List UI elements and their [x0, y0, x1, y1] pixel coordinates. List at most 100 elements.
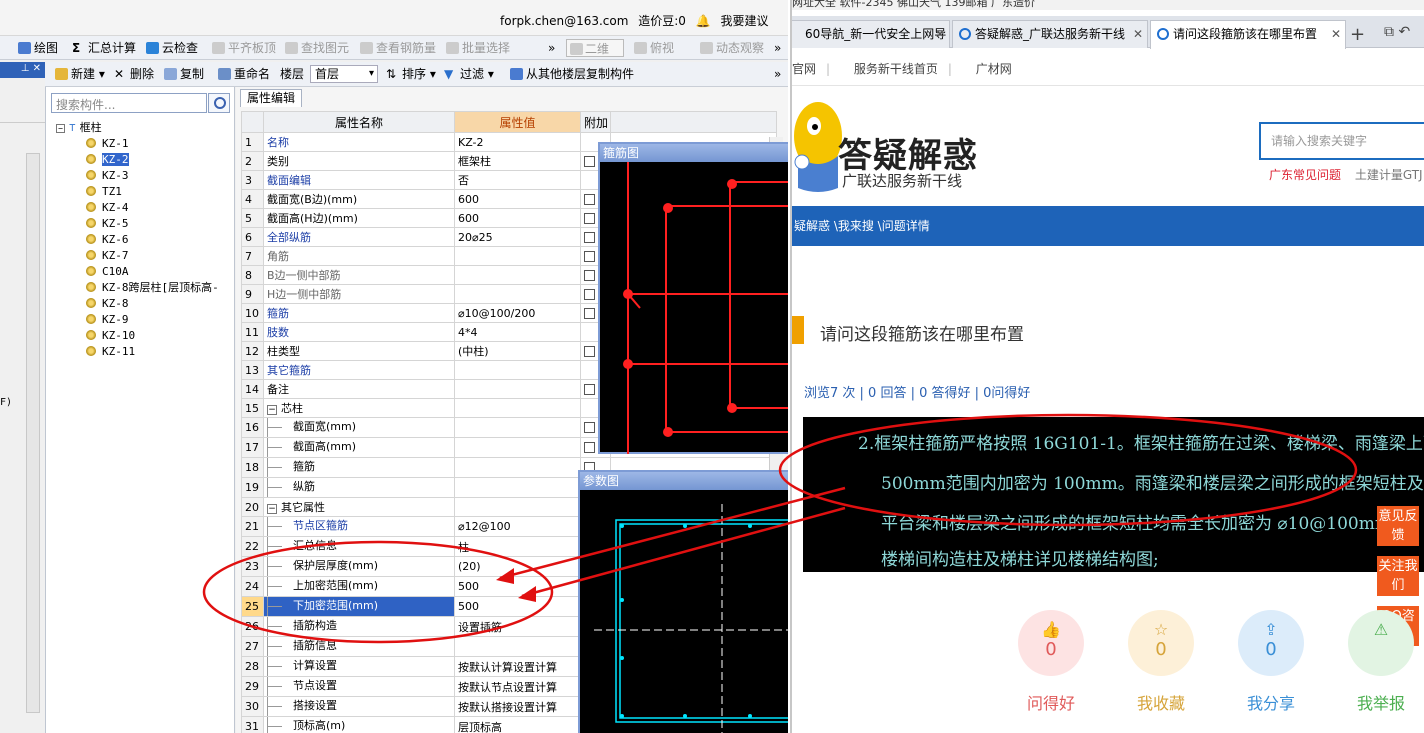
close-icon[interactable]: ✕ — [1331, 21, 1341, 48]
property-value[interactable]: ⌀12@100 — [454, 516, 581, 537]
tree-item[interactable]: KZ-9 — [56, 312, 219, 328]
checkbox[interactable] — [584, 288, 595, 300]
filter-button[interactable]: ▼ 过滤 ▾ — [444, 65, 494, 83]
tree-item[interactable]: KZ-7 — [56, 248, 219, 264]
sort-button[interactable]: ⇅ 排序 ▾ — [386, 65, 436, 83]
search-icon[interactable] — [208, 93, 230, 113]
property-value[interactable]: 20⌀25 — [454, 227, 581, 247]
property-value[interactable]: 层顶标高 — [454, 716, 581, 733]
toolbar-more-chevron[interactable]: » — [548, 39, 555, 57]
property-value[interactable]: 按默认计算设置计算 — [454, 656, 581, 677]
checkbox[interactable] — [584, 212, 595, 224]
property-value[interactable]: 600 — [454, 189, 581, 209]
property-value[interactable] — [454, 284, 581, 304]
bell-icon[interactable]: 🔔 — [696, 14, 711, 28]
tree-item[interactable]: KZ-8 — [56, 296, 219, 312]
find-element-button[interactable]: 查找图元 — [285, 39, 349, 57]
component-search-input[interactable]: 搜索构件... — [51, 93, 207, 113]
link-official[interactable]: 官网 — [792, 62, 816, 76]
share-label[interactable]: 我分享 — [1226, 690, 1316, 714]
report-button[interactable]: ⚠ — [1348, 610, 1414, 676]
tree-item[interactable]: KZ-4 — [56, 200, 219, 216]
follow-button[interactable]: 关注我们 — [1377, 556, 1419, 596]
collapse-icon[interactable]: − — [56, 124, 65, 133]
property-value[interactable]: 设置插筋 — [454, 616, 581, 637]
property-value[interactable]: 500 — [454, 596, 581, 617]
view-2d-select[interactable]: 二维 — [566, 39, 625, 57]
property-value[interactable] — [454, 265, 581, 285]
checkbox[interactable] — [584, 422, 595, 433]
orbit-button[interactable]: 动态观察 — [700, 39, 764, 57]
tree-item[interactable]: KZ-1 — [56, 136, 219, 152]
property-value[interactable]: 4*4 — [454, 322, 581, 342]
delete-button[interactable]: ✕ 删除 — [114, 65, 154, 83]
link-service-home[interactable]: 服务新干线首页 — [854, 62, 938, 76]
checkbox[interactable] — [584, 193, 595, 205]
collapse-icon[interactable]: − — [267, 504, 277, 514]
property-value[interactable] — [454, 246, 581, 266]
breadcrumb-nav[interactable]: 疑解惑 \我来搜 \问题详情 — [792, 206, 1424, 246]
parameter-diagram-window[interactable]: 参数图 — [578, 470, 788, 733]
checkbox[interactable] — [584, 269, 595, 281]
property-value[interactable] — [454, 360, 581, 380]
draw-button[interactable]: 绘图 — [18, 39, 58, 57]
align-slab-top-button[interactable]: 平齐板顶 — [212, 39, 276, 57]
property-value[interactable]: 否 — [454, 170, 581, 190]
batch-select-button[interactable]: 批量选择 — [446, 39, 510, 57]
property-value[interactable] — [454, 497, 581, 517]
left-scrollbar[interactable] — [26, 153, 40, 713]
checkbox[interactable] — [584, 442, 595, 453]
suggest-link[interactable]: 我要建议 — [721, 14, 769, 28]
tree-item[interactable]: KZ-3 — [56, 168, 219, 184]
property-value[interactable] — [454, 457, 581, 478]
account-email[interactable]: forpk.chen@163.com — [500, 14, 628, 28]
tab-qa[interactable]: 答疑解惑_广联达服务新干线 ✕ — [952, 20, 1148, 48]
site-search-input[interactable]: 请输入搜索关键字 — [1259, 122, 1424, 160]
tree-item[interactable]: KZ-10 — [56, 328, 219, 344]
checkbox[interactable] — [584, 250, 595, 262]
tree-item[interactable]: KZ-11 — [56, 344, 219, 360]
link-guangdong-faq[interactable]: 广东常见问题 — [1269, 168, 1341, 182]
property-value[interactable]: 框架柱 — [454, 151, 581, 171]
pin-close-icons[interactable]: ⊥ ✕ — [21, 63, 41, 74]
rename-button[interactable]: 重命名 — [218, 65, 270, 83]
copy-from-floor-button[interactable]: 从其他楼层复制构件 — [510, 65, 634, 83]
good-question-label[interactable]: 问得好 — [1006, 690, 1096, 714]
collapse-icon[interactable]: − — [267, 405, 277, 415]
property-value[interactable] — [454, 417, 581, 438]
link-material-net[interactable]: 广材网 — [976, 62, 1012, 76]
feedback-button[interactable]: 意见反馈 — [1377, 506, 1419, 546]
view-rebar-button[interactable]: 查看钢筋量 — [360, 39, 436, 57]
copy-button[interactable]: 复制 — [164, 65, 204, 83]
tree-item[interactable]: KZ-8跨层柱[层顶标高- — [56, 280, 219, 296]
close-icon[interactable]: ✕ — [1133, 21, 1143, 48]
checkbox[interactable] — [584, 155, 595, 167]
new-button[interactable]: 新建 ▾ — [55, 65, 105, 83]
property-value[interactable] — [454, 636, 581, 657]
share-button[interactable]: ⇪ 0 — [1238, 610, 1304, 676]
tree-item[interactable]: KZ-5 — [56, 216, 219, 232]
property-value[interactable] — [454, 398, 581, 418]
tree-item[interactable]: KZ-2 — [56, 152, 219, 168]
close-icon[interactable]: ✕ — [935, 21, 945, 48]
question-image[interactable]: 2.框架柱箍筋严格按照 16G101-1。框架柱箍筋在过梁、楼梯梁、雨篷梁上下各… — [803, 417, 1424, 572]
stirrup-diagram-window[interactable]: 箍筋图 — [598, 142, 788, 454]
bookmarks-bar[interactable]: 网址大全 软件-2345 佛山天气 139邮箱 广东造价 — [792, 0, 1424, 10]
checkbox[interactable] — [584, 345, 595, 357]
property-value[interactable] — [454, 477, 581, 498]
property-value[interactable]: ⌀10@100/200 — [454, 303, 581, 323]
report-label[interactable]: 我举报 — [1336, 690, 1424, 714]
property-value[interactable]: 按默认节点设置计算 — [454, 676, 581, 697]
property-value[interactable]: 500 — [454, 576, 581, 597]
stirrup-window-title[interactable]: 箍筋图 — [600, 144, 788, 162]
favorite-label[interactable]: 我收藏 — [1116, 690, 1206, 714]
tree-item[interactable]: KZ-6 — [56, 232, 219, 248]
checkbox[interactable] — [584, 231, 595, 243]
property-value[interactable]: 柱 — [454, 536, 581, 557]
tree-root[interactable]: − ⊤ 框柱 — [56, 120, 219, 136]
tree-item[interactable]: TZ1 — [56, 184, 219, 200]
property-value[interactable]: 600 — [454, 208, 581, 228]
tab-property-edit[interactable]: 属性编辑 — [240, 89, 303, 107]
favorite-button[interactable]: ☆ 0 — [1128, 610, 1194, 676]
floor-select[interactable]: 首层 — [310, 65, 378, 83]
